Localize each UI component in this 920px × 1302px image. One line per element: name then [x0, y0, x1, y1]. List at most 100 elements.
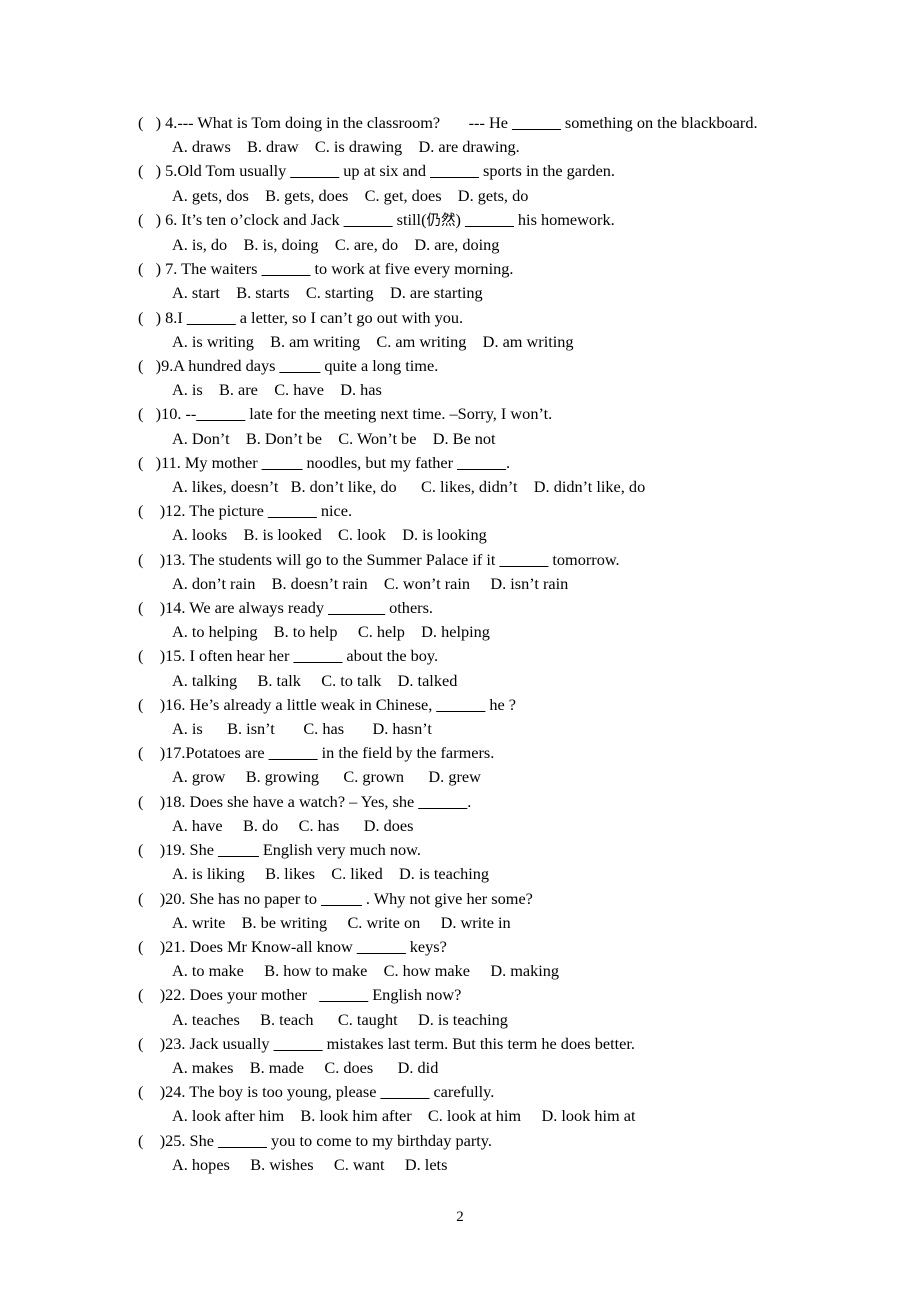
fill-in-blank[interactable]: ______ — [218, 1131, 267, 1150]
answer-bracket[interactable]: ( ) — [138, 404, 161, 423]
fill-in-blank[interactable]: ______ — [381, 1082, 430, 1101]
question-text-after-blank: tomorrow. — [548, 549, 620, 569]
answer-options[interactable]: A. talking B. talk C. to talk D. talked — [138, 669, 838, 693]
answer-options[interactable]: A. draws B. draw C. is drawing D. are dr… — [138, 135, 838, 159]
fill-in-blank[interactable]: ______ — [512, 113, 561, 132]
question-number: 21. — [165, 936, 190, 956]
question-number: 12. — [165, 501, 190, 521]
answer-options[interactable]: A. start B. starts C. starting D. are st… — [138, 281, 838, 305]
answer-options[interactable]: A. to helping B. to help C. help D. help… — [138, 620, 838, 644]
answer-options[interactable]: A. gets, dos B. gets, does C. get, does … — [138, 184, 838, 208]
fill-in-blank[interactable]: _____ — [321, 889, 362, 908]
fill-in-blank[interactable]: ______ — [262, 259, 311, 278]
answer-bracket[interactable]: ( ) — [138, 598, 165, 617]
answer-options[interactable]: A. look after him B. look him after C. l… — [138, 1104, 838, 1128]
answer-bracket[interactable]: ( ) — [138, 356, 161, 375]
fill-in-blank[interactable]: ______ — [290, 161, 339, 180]
answer-options[interactable]: A. grow B. growing C. grown D. grew — [138, 765, 838, 789]
answer-bracket[interactable]: ( ) — [138, 840, 165, 859]
answer-options[interactable]: A. looks B. is looked C. look D. is look… — [138, 523, 838, 547]
question-text-after-blank: about the boy. — [342, 646, 439, 666]
fill-in-blank[interactable]: ______ — [418, 792, 467, 811]
question-number: 8. — [165, 307, 178, 327]
document-page: ( ) 4.--- What is Tom doing in the class… — [0, 0, 920, 1302]
question-text-before-blank: I often hear her — [189, 646, 294, 666]
answer-options[interactable]: A. teaches B. teach C. taught D. is teac… — [138, 1008, 838, 1032]
fill-in-blank[interactable]: ______ — [457, 453, 506, 472]
question-text-after-blank: to work at five every morning. — [310, 259, 514, 279]
fill-in-blank[interactable]: ______ — [294, 646, 343, 665]
fill-in-blank[interactable]: ______ — [357, 937, 406, 956]
answer-options[interactable]: A. have B. do C. has D. does — [138, 814, 838, 838]
answer-bracket[interactable]: ( ) — [138, 113, 165, 132]
answer-bracket[interactable]: ( ) — [138, 308, 165, 327]
question-text-before-blank: I — [177, 307, 187, 327]
answer-bracket[interactable]: ( ) — [138, 743, 165, 762]
answer-bracket[interactable]: ( ) — [138, 501, 165, 520]
answer-bracket[interactable]: ( ) — [138, 210, 165, 229]
question-stem: ( )10. --______ late for the meeting nex… — [138, 402, 838, 426]
answer-options[interactable]: A. don’t rain B. doesn’t rain C. won’t r… — [138, 572, 838, 596]
question-text-before-blank: Does your mother — [189, 985, 320, 1005]
question-text-before-blank: She — [189, 840, 219, 860]
fill-in-blank[interactable]: ______ — [269, 743, 318, 762]
answer-bracket[interactable]: ( ) — [138, 453, 161, 472]
answer-bracket[interactable]: ( ) — [138, 985, 165, 1004]
answer-bracket[interactable]: ( ) — [138, 792, 165, 811]
answer-options[interactable]: A. makes B. made C. does D. did — [138, 1056, 838, 1080]
answer-bracket[interactable]: ( ) — [138, 889, 165, 908]
question-text-after-blank: others. — [385, 598, 433, 618]
question-stem: ( )16. He’s already a little weak in Chi… — [138, 693, 838, 717]
answer-options[interactable]: A. is B. are C. have D. has — [138, 378, 838, 402]
answer-bracket[interactable]: ( ) — [138, 937, 165, 956]
fill-in-blank[interactable]: ______ — [196, 404, 245, 423]
fill-in-blank[interactable]: ______ — [319, 985, 368, 1004]
answer-bracket[interactable]: ( ) — [138, 1082, 165, 1101]
fill-in-blank[interactable]: ______ — [465, 210, 514, 229]
question-stem: ( )9.A hundred days _____ quite a long t… — [138, 354, 838, 378]
question-number: 23. — [165, 1033, 190, 1053]
answer-options[interactable]: A. to make B. how to make C. how make D.… — [138, 959, 838, 983]
question-stem: ( )25. She ______ you to come to my birt… — [138, 1129, 838, 1153]
question-stem: ( ) 7. The waiters ______ to work at fiv… — [138, 257, 838, 281]
fill-in-blank[interactable]: ______ — [499, 550, 548, 569]
answer-options[interactable]: A. likes, doesn’t B. don’t like, do C. l… — [138, 475, 838, 499]
answer-bracket[interactable]: ( ) — [138, 1034, 165, 1053]
question-text-after-blank: something on the blackboard. — [560, 113, 758, 132]
question-text-after-blank: up at six and ______ sports in the garde… — [339, 161, 616, 181]
question-stem: ( )12. The picture ______ nice. — [138, 499, 838, 523]
answer-options[interactable]: A. is writing B. am writing C. am writin… — [138, 330, 838, 354]
question-number: 5. — [165, 161, 178, 181]
answer-bracket[interactable]: ( ) — [138, 550, 165, 569]
answer-options[interactable]: A. Don’t B. Don’t be C. Won’t be D. Be n… — [138, 427, 838, 451]
fill-in-blank[interactable]: ______ — [187, 308, 236, 327]
answer-options[interactable]: A. write B. be writing C. write on D. wr… — [138, 911, 838, 935]
fill-in-blank[interactable]: _____ — [280, 356, 321, 375]
question-text-after-blank: keys? — [405, 936, 447, 956]
question-item: ( )20. She has no paper to _____ . Why n… — [138, 887, 838, 935]
fill-in-blank[interactable]: ______ — [344, 210, 393, 229]
answer-bracket[interactable]: ( ) — [138, 259, 165, 278]
question-text-after-blank: mistakes last term. But this term he doe… — [322, 1033, 635, 1053]
fill-in-blank[interactable]: ______ — [436, 695, 485, 714]
question-text-before-blank: Does she have a watch? – Yes, she — [189, 791, 419, 811]
answer-bracket[interactable]: ( ) — [138, 646, 165, 665]
answer-options[interactable]: A. is liking B. likes C. liked D. is tea… — [138, 862, 838, 886]
answer-bracket[interactable]: ( ) — [138, 695, 165, 714]
fill-in-blank[interactable]: _____ — [218, 840, 259, 859]
fill-in-blank[interactable]: ______ — [430, 161, 479, 180]
chinese-gloss: 仍然 — [426, 212, 456, 229]
fill-in-blank[interactable]: _______ — [328, 598, 385, 617]
question-item: ( ) 4.--- What is Tom doing in the class… — [138, 111, 838, 159]
answer-bracket[interactable]: ( ) — [138, 1131, 165, 1150]
answer-bracket[interactable]: ( ) — [138, 161, 165, 180]
question-stem: ( )24. The boy is too young, please ____… — [138, 1080, 838, 1104]
fill-in-blank[interactable]: ______ — [274, 1034, 323, 1053]
answer-options[interactable]: A. hopes B. wishes C. want D. lets — [138, 1153, 838, 1177]
fill-in-blank[interactable]: ______ — [268, 501, 317, 520]
answer-options[interactable]: A. is B. isn’t C. has D. hasn’t — [138, 717, 838, 741]
question-item: ( )23. Jack usually ______ mistakes last… — [138, 1032, 838, 1080]
question-stem: ( )21. Does Mr Know-all know ______ keys… — [138, 935, 838, 959]
answer-options[interactable]: A. is, do B. is, doing C. are, do D. are… — [138, 233, 838, 257]
fill-in-blank[interactable]: _____ — [262, 453, 303, 472]
